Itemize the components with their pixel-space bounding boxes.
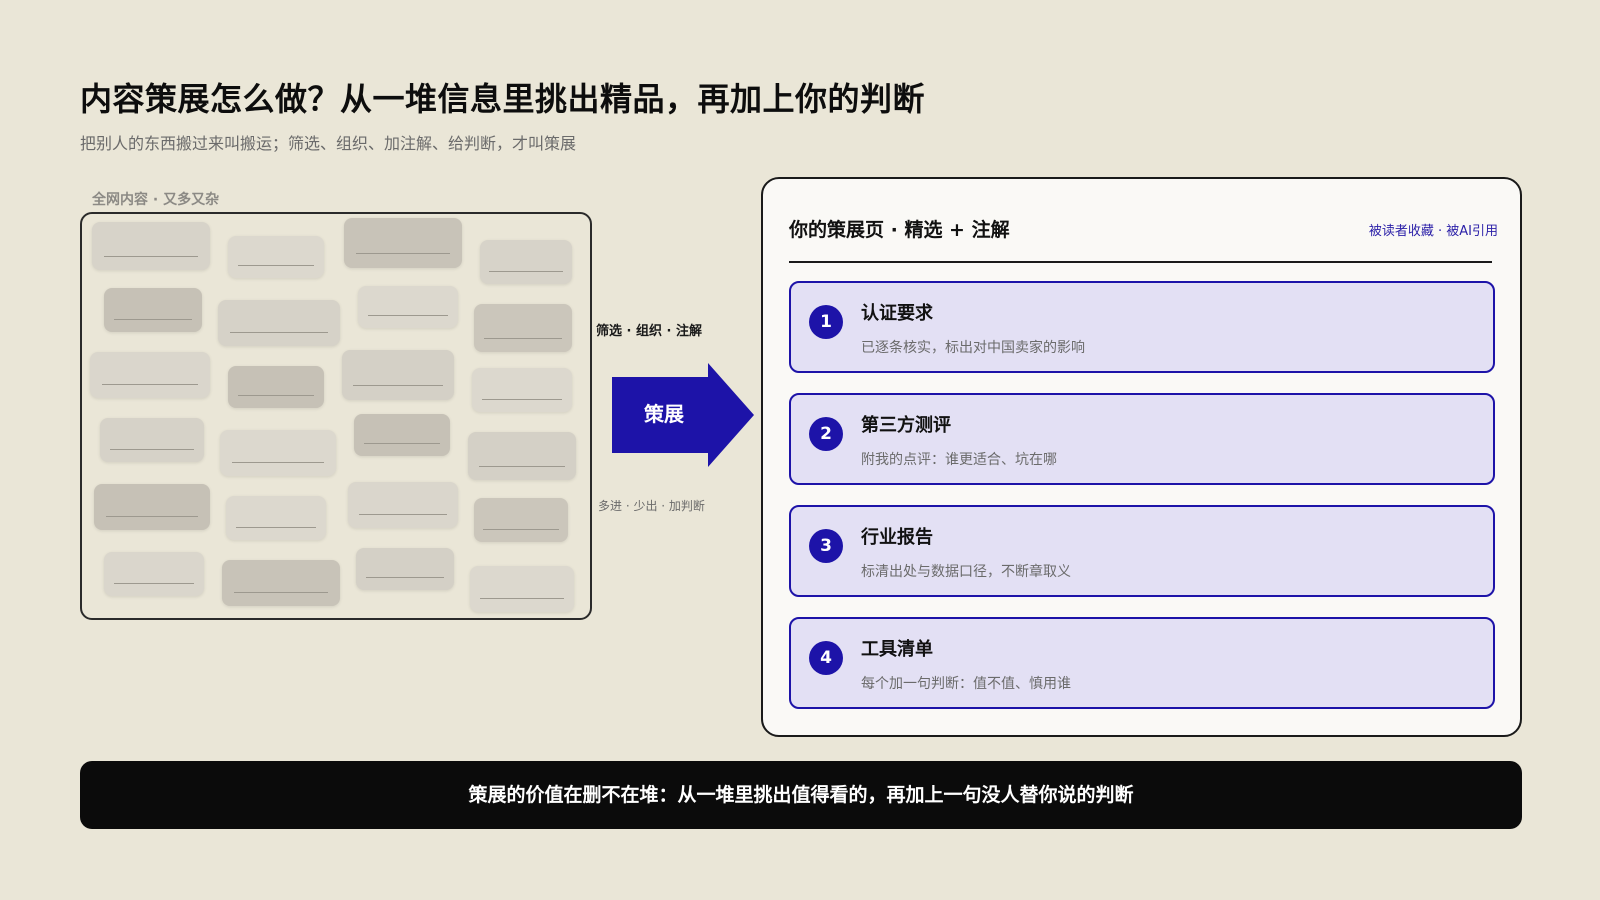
item-description: 标清出处与数据口径，不断章取义: [861, 564, 1071, 580]
content-tile: [344, 218, 462, 268]
curated-item-card: 2 第三方测评 附我的点评：谁更适合、坑在哪: [789, 393, 1495, 485]
content-tile: [100, 418, 204, 462]
item-number-badge: 4: [809, 641, 843, 675]
item-number-badge: 1: [809, 305, 843, 339]
item-title: 第三方测评: [861, 415, 951, 436]
content-tile: [220, 430, 336, 476]
content-tile: [226, 496, 326, 540]
content-tile: [228, 236, 324, 278]
panel-divider: [789, 261, 1492, 263]
curation-arrow-label: 策展: [644, 402, 684, 426]
chaos-label: 全网内容 · 又多又杂: [92, 192, 220, 208]
item-title: 工具清单: [861, 639, 933, 660]
takeaway-banner: 策展的价值在删不在堆：从一堆里挑出值得看的，再加上一句没人替你说的判断: [80, 761, 1522, 829]
content-tile: [354, 414, 450, 456]
content-tile: [92, 222, 210, 270]
content-tile: [474, 498, 568, 542]
content-tile: [470, 566, 574, 612]
panel-title: 你的策展页 · 精选 + 注解: [789, 219, 1010, 241]
curation-steps-label: 筛选 · 组织 · 注解: [596, 324, 702, 339]
content-tile: [342, 350, 454, 400]
content-tile: [104, 552, 204, 596]
curated-item-card: 1 认证要求 已逐条核实，标出对中国卖家的影响: [789, 281, 1495, 373]
content-tile: [222, 560, 340, 606]
content-tile: [228, 366, 324, 408]
item-number-badge: 2: [809, 417, 843, 451]
content-tile: [90, 352, 210, 398]
page-title: 内容策展怎么做？从一堆信息里挑出精品，再加上你的判断: [80, 80, 926, 118]
curation-page-panel: 你的策展页 · 精选 + 注解 被读者收藏 · 被AI引用 1 认证要求 已逐条…: [761, 177, 1522, 737]
item-number-badge: 3: [809, 529, 843, 563]
item-description: 附我的点评：谁更适合、坑在哪: [861, 452, 1057, 468]
content-tile: [356, 548, 454, 590]
item-title: 认证要求: [861, 303, 933, 324]
content-tile: [94, 484, 210, 530]
item-description: 每个加一句判断：值不值、慎用谁: [861, 676, 1071, 692]
panel-badge: 被读者收藏 · 被AI引用: [1368, 224, 1498, 239]
content-tile: [348, 482, 458, 528]
content-tile: [472, 368, 572, 412]
content-tile: [218, 300, 340, 346]
curated-item-card: 3 行业报告 标清出处与数据口径，不断章取义: [789, 505, 1495, 597]
content-tile: [358, 286, 458, 328]
content-tile: [474, 304, 572, 352]
curated-item-card: 4 工具清单 每个加一句判断：值不值、慎用谁: [789, 617, 1495, 709]
item-title: 行业报告: [861, 527, 933, 548]
page-subtitle: 把别人的东西搬过来叫搬运；筛选、组织、加注解、给判断，才叫策展: [80, 134, 577, 153]
item-description: 已逐条核实，标出对中国卖家的影响: [861, 340, 1085, 356]
curation-principle-label: 多进 · 少出 · 加判断: [598, 499, 705, 513]
content-tile: [480, 240, 572, 284]
chaos-content-box: [80, 212, 592, 620]
content-tile: [104, 288, 202, 332]
content-tile: [468, 432, 576, 480]
